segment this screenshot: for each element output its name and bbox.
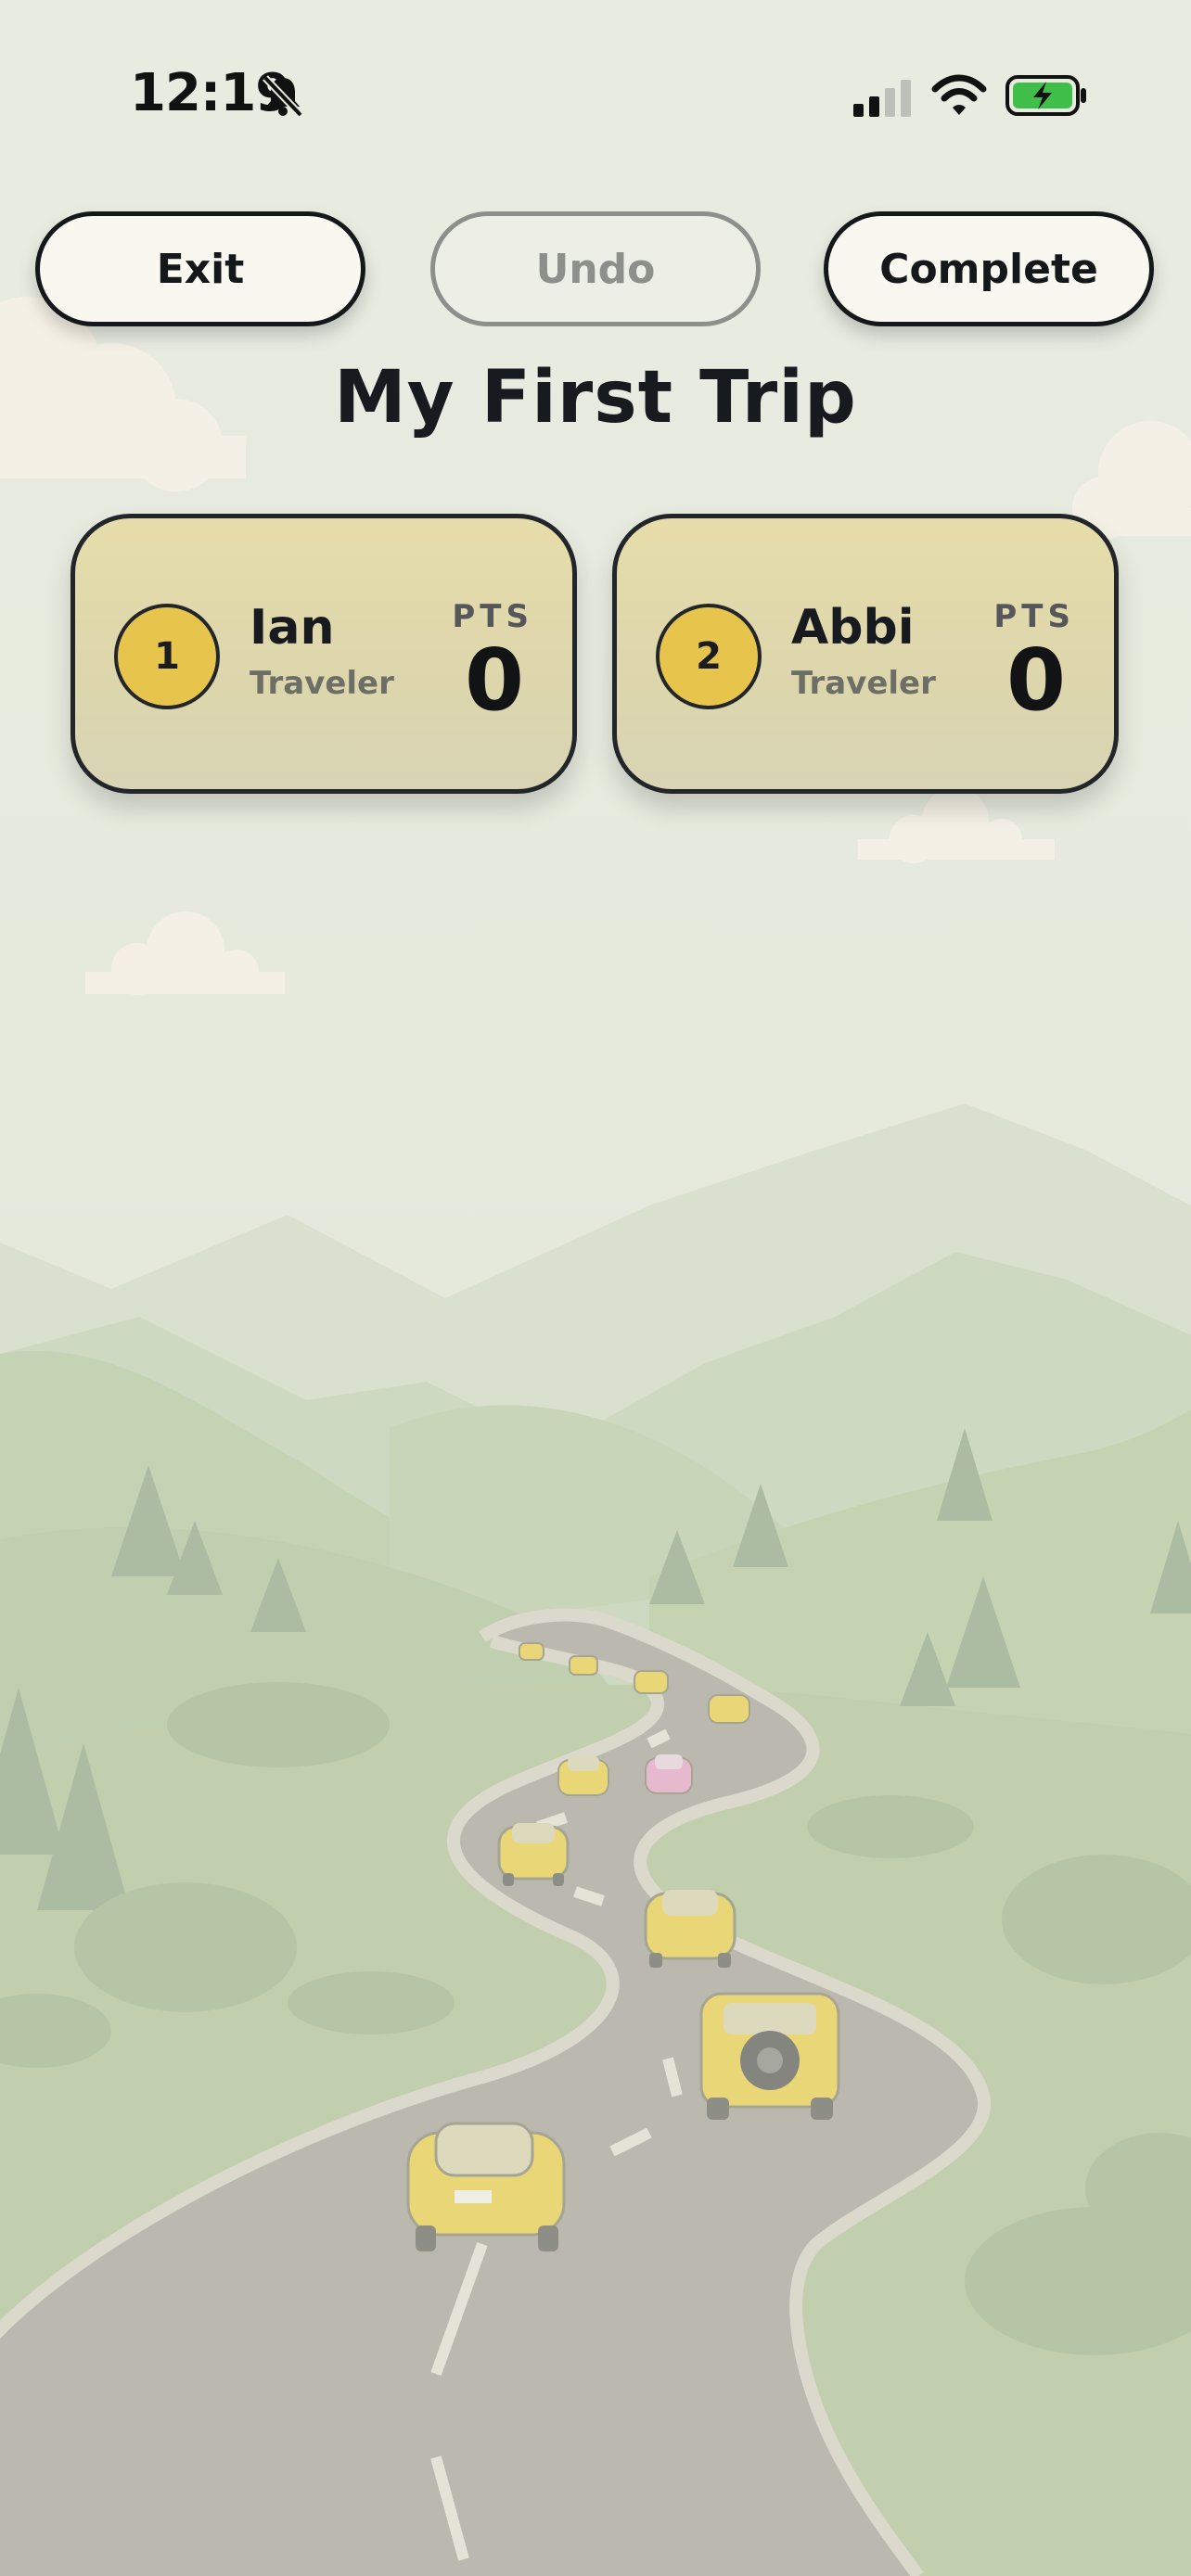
player-rank-badge: 1 [114, 604, 220, 709]
game-screen: 12:19 Exit Undo Complete My First Trip 1… [0, 0, 1191, 2576]
bell-slash-icon [263, 75, 303, 118]
player-role: Traveler [791, 665, 936, 702]
player-name: Abbi [791, 600, 915, 656]
cellular-signal-icon [853, 80, 911, 117]
wifi-icon [931, 74, 987, 115]
undo-button[interactable]: Undo [430, 211, 761, 326]
complete-button[interactable]: Complete [824, 211, 1154, 326]
points-label: PTS [452, 598, 533, 635]
player-role: Traveler [250, 665, 394, 702]
points-value: 0 [1005, 631, 1066, 730]
points-label: PTS [993, 598, 1075, 635]
player-name: Ian [250, 600, 335, 656]
player-card[interactable]: 1 Ian Traveler PTS 0 [70, 514, 577, 794]
exit-button[interactable]: Exit [35, 211, 365, 326]
battery-charging-icon [1005, 75, 1086, 116]
status-bar: 12:19 [0, 0, 1191, 195]
player-card[interactable]: 2 Abbi Traveler PTS 0 [612, 514, 1119, 794]
player-rank-badge: 2 [656, 604, 762, 709]
trip-title: My First Trip [334, 356, 857, 440]
points-value: 0 [464, 631, 524, 730]
